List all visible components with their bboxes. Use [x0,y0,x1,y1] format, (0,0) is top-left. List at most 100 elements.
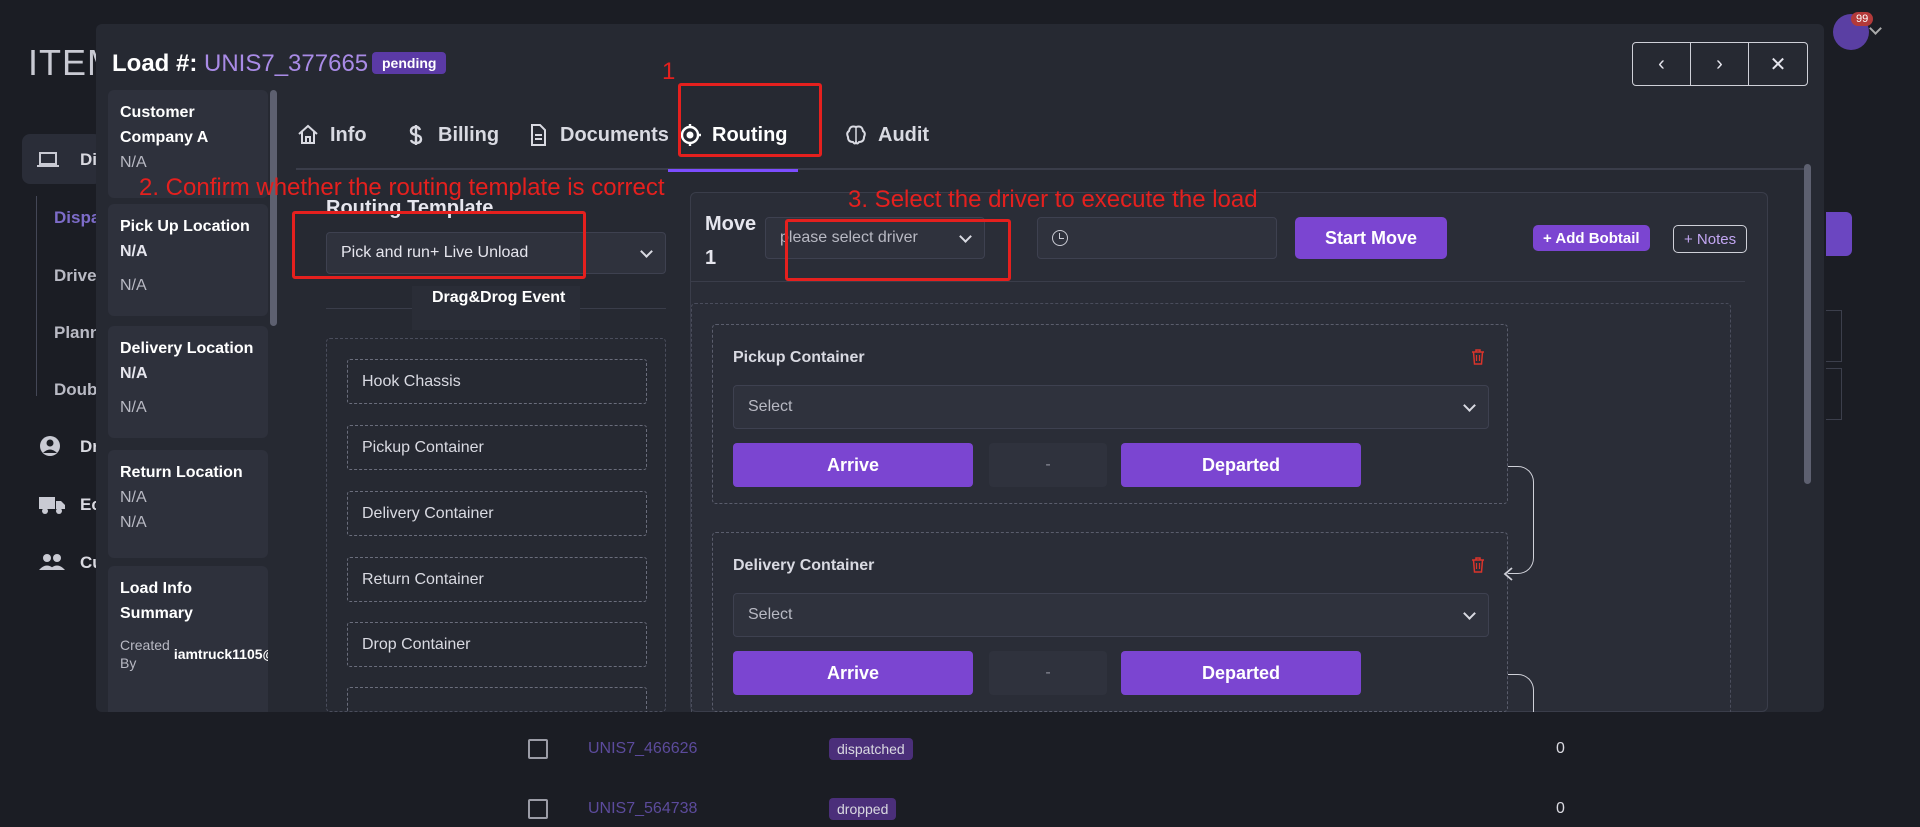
row-load-id[interactable]: UNIS7_466626 [588,740,697,758]
status-badge: dispatched [829,738,913,760]
bg-panel-edge [1826,368,1842,420]
row-count: 0 [1556,800,1565,817]
row-load-id[interactable]: UNIS7_564738 [588,800,697,818]
load-title: Load #: UNIS7_377665 [112,50,368,78]
return-sub: N/A [120,514,147,531]
close-button[interactable]: ✕ [1749,43,1807,85]
nav-dispatcher[interactable]: Dispa [54,208,100,228]
laptop-icon [37,152,59,167]
event-card-delivery: Delivery Container Select Arrive - Depar… [712,532,1508,712]
event-hook-chassis[interactable]: Hook Chassis [347,359,647,404]
row-checkbox[interactable] [528,799,548,819]
nav-dispatch[interactable]: Di [80,150,97,170]
trash-icon[interactable] [1471,349,1485,365]
event-return-container[interactable]: Return Container [347,557,647,602]
pickup-card: Pick Up Location N/A N/A [108,204,268,316]
delivery-title: Delivery Location [120,340,254,357]
divider [691,281,1745,282]
move-label: Move 1 [705,213,757,269]
trash-icon[interactable] [1471,557,1485,573]
user-circle-icon [40,436,60,456]
event-more[interactable] [347,687,647,712]
customer-name: Customer Company A [120,104,209,146]
arrive-button[interactable]: Arrive [733,651,973,695]
location-select[interactable]: Select [733,593,1489,637]
row-checkbox[interactable] [528,739,548,759]
arrow-left-icon [1503,567,1513,581]
chevron-down-icon [640,244,653,258]
prev-button[interactable]: ‹ [1633,43,1691,85]
location-select[interactable]: Select [733,385,1489,429]
tab-routing[interactable]: Routing [668,100,798,172]
brain-icon [846,125,866,145]
next-button[interactable]: › [1691,43,1749,85]
drag-drop-label: Drag&Drog Event [412,286,580,330]
tab-audit[interactable]: Audit [844,100,929,170]
add-bobtail-button[interactable]: + Add Bobtail [1533,225,1650,251]
created-by-row: Created By iamtruck1105@ [120,636,268,672]
tab-label: Routing [712,123,788,146]
bg-action-button[interactable] [1826,212,1852,256]
load-label: Load #: [112,50,198,77]
routing-template-select[interactable]: Pick and run+ Live Unload [326,232,666,274]
move-panel: Move 1 please select driver Start Move +… [690,192,1768,712]
annotation-step2: 2. Confirm whether the routing template … [139,174,665,201]
duration-field: - [989,443,1107,487]
nav-planner[interactable]: Plann [54,323,100,343]
document-icon [531,124,546,146]
duration-field: - [989,651,1107,695]
close-icon: ✕ [1769,53,1787,76]
table-row[interactable]: UNIS7_564738 dropped 0 [510,780,1830,827]
return-title: Return Location [120,464,243,481]
pickup-value: N/A [120,243,148,260]
info-scrollbar[interactable] [270,90,277,326]
event-drop-container[interactable]: Drop Container [347,622,647,667]
chevron-down-icon[interactable] [1869,22,1882,35]
chevron-right-icon: › [1716,52,1723,75]
nav-double[interactable]: Doub [54,380,97,400]
event-connector [1508,466,1534,574]
delivery-sub: N/A [120,399,147,416]
delivery-value: N/A [120,365,148,382]
dollar-icon [409,125,423,145]
users-icon [39,554,65,570]
tab-label: Billing [438,123,500,146]
add-notes-button[interactable]: + Notes [1673,225,1748,253]
event-pickup-container[interactable]: Pickup Container [347,425,647,470]
tab-documents[interactable]: Documents [526,100,669,170]
modal-nav: ‹ › ✕ [1632,42,1808,86]
select-placeholder: Select [748,398,793,415]
select-placeholder: Select [748,606,793,623]
tab-info[interactable]: Info [296,100,367,170]
card-title: Pickup Container [733,349,865,366]
nav-drivers-sub[interactable]: Drive [54,266,97,286]
notification-badge: 99 [1851,12,1874,26]
delivery-card: Delivery Location N/A N/A [108,326,268,438]
load-modal: Load #: UNIS7_377665 pending ‹ › ✕ Custo… [96,24,1824,712]
table-row[interactable]: UNIS7_466626 dispatched 0 [510,720,1830,778]
status-badge: pending [372,52,447,74]
start-move-button[interactable]: Start Move [1295,217,1447,259]
event-connector [1508,674,1534,712]
summary-title: Load Info Summary [120,580,193,622]
return-value: N/A [120,489,147,506]
driver-select[interactable]: please select driver [765,217,985,259]
move-events-area: Pickup Container Select Arrive - Departe… [691,303,1731,712]
target-icon [679,124,701,146]
time-input[interactable] [1037,217,1277,259]
event-delivery-container[interactable]: Delivery Container [347,491,647,536]
tab-bar: Info Billing Documents Routing Audit [296,100,1808,172]
content-scrollbar[interactable] [1804,164,1811,484]
annotation-step1: 1 [662,58,676,85]
row-count: 0 [1556,740,1565,757]
tab-billing[interactable]: Billing [404,100,499,170]
departed-button[interactable]: Departed [1121,651,1361,695]
arrive-button[interactable]: Arrive [733,443,973,487]
chevron-down-icon [959,229,972,243]
load-id: UNIS7_377665 [204,50,369,77]
created-by-label: Created By [120,637,170,671]
routing-template-value: Pick and run+ Live Unload [341,244,529,261]
event-palette: Hook Chassis Pickup Container Delivery C… [326,338,666,712]
truck-icon [39,497,65,514]
departed-button[interactable]: Departed [1121,443,1361,487]
